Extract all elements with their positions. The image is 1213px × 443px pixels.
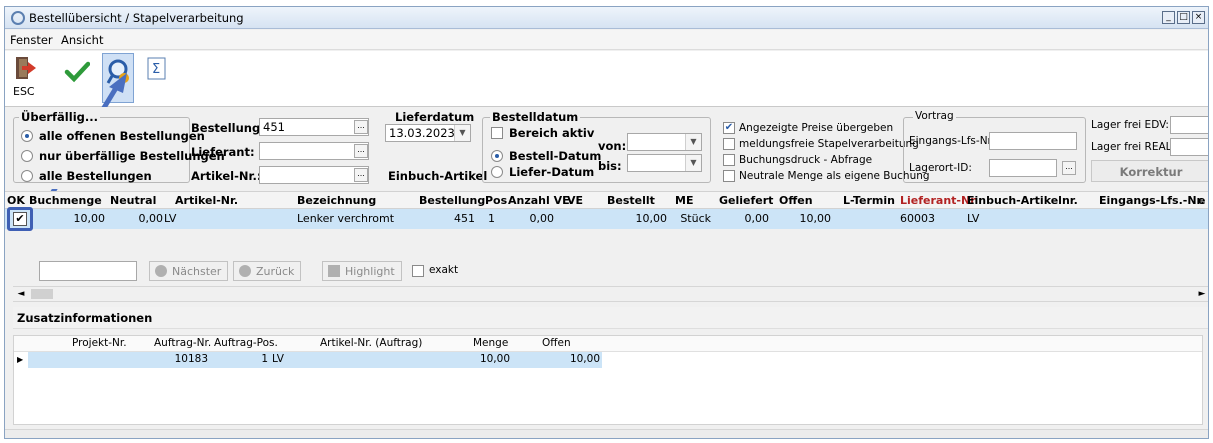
sum-button[interactable]: Σ (145, 53, 169, 103)
row-pointer-icon: ▶ (17, 355, 24, 364)
radio-only-overdue[interactable] (21, 150, 33, 162)
menu-fenster[interactable]: Fenster (10, 33, 53, 47)
svg-text:Σ: Σ (152, 62, 160, 77)
artikel-input[interactable] (259, 166, 369, 184)
meldungsfrei-checkbox[interactable] (723, 138, 735, 150)
table-row[interactable]: ✔ 10,00 0,00 LV Lenker verchromt 451 1 0… (5, 207, 1208, 231)
zusatz-grid: Projekt-Nr. Auftrag-Nr. Auftrag-Pos. Art… (13, 335, 1203, 425)
status-bar (5, 429, 1208, 438)
horizontal-scrollbar[interactable]: ◄ ► (13, 286, 1208, 302)
close-icon[interactable]: × (1192, 11, 1205, 24)
zusatz-header: Zusatzinformationen (13, 307, 1208, 329)
toolbar: ESC Σ (5, 51, 1208, 107)
lager-edv-field (1170, 116, 1208, 134)
grid-header: OK Buchmenge Neutral Artikel-Nr. Bezeich… (5, 191, 1208, 209)
minimize-icon[interactable]: _ (1162, 11, 1175, 24)
chevron-down-icon[interactable]: ▼ (685, 155, 701, 171)
menu-bar: Fenster Ansicht (5, 30, 1208, 50)
window-title: Bestellübersicht / Stapelverarbeitung (29, 11, 244, 25)
scroll-right-icon[interactable]: ► (1194, 287, 1208, 301)
table-row[interactable]: ▶ 10183 1 LV 10,00 10,00 (14, 352, 1202, 368)
search-input[interactable] (39, 261, 137, 281)
radio-bestell-datum[interactable] (491, 150, 503, 162)
zurueck-button[interactable]: Zurück (233, 261, 302, 281)
maximize-icon[interactable]: □ (1177, 11, 1190, 24)
chevron-down-icon[interactable]: ▼ (685, 134, 701, 150)
filter-panel: Überfällig... alle offenen Bestellungen … (5, 107, 1208, 189)
zusatz-row-highlight (28, 352, 602, 368)
sigma-icon: Σ (147, 57, 166, 80)
korrektur-button[interactable]: Korrektur (1091, 160, 1208, 182)
arrow-left-icon (239, 265, 251, 277)
chevron-down-icon[interactable]: ▼ (454, 125, 470, 141)
search-bar: Nächster Zurück Highlight exakt (5, 261, 1208, 285)
menu-ansicht[interactable]: Ansicht (61, 33, 103, 47)
lagerort-lookup-icon[interactable]: ... (1062, 161, 1076, 175)
lieferant-input[interactable] (259, 142, 369, 160)
lieferant-lookup-icon[interactable]: ... (354, 144, 368, 158)
arrow-right-icon (155, 265, 167, 277)
naechster-button[interactable]: Nächster (149, 261, 229, 281)
main-window: Bestellübersicht / Stapelverarbeitung _ … (4, 6, 1209, 439)
highlight-icon (328, 265, 340, 277)
lager-real-field (1170, 138, 1208, 156)
lagerort-input[interactable] (989, 159, 1057, 177)
ok-highlight-box (7, 207, 33, 231)
bestellung-lookup-icon[interactable]: ... (354, 120, 368, 134)
scroll-left-icon[interactable]: ◄ (13, 287, 29, 301)
eingangs-lfs-input[interactable] (989, 132, 1077, 150)
zusatz-grid-header: Projekt-Nr. Auftrag-Nr. Auftrag-Pos. Art… (14, 336, 1202, 352)
exakt-checkbox[interactable] (412, 265, 424, 277)
app-icon (11, 11, 25, 25)
radio-all-open[interactable] (21, 130, 33, 142)
bestellung-input[interactable]: 451 (259, 118, 369, 136)
scroll-thumb[interactable] (31, 289, 53, 299)
radio-all[interactable] (21, 170, 33, 182)
neutrale-checkbox[interactable] (723, 170, 735, 182)
artikel-lookup-icon[interactable]: ... (354, 168, 368, 182)
buchungsdruck-checkbox[interactable] (723, 154, 735, 166)
bereich-aktiv-checkbox[interactable] (491, 127, 503, 139)
radio-liefer-datum[interactable] (491, 166, 503, 178)
title-bar: Bestellübersicht / Stapelverarbeitung _ … (5, 7, 1208, 29)
highlight-button[interactable]: Highlight (322, 261, 402, 281)
preise-checkbox[interactable]: ✔ (723, 122, 735, 134)
